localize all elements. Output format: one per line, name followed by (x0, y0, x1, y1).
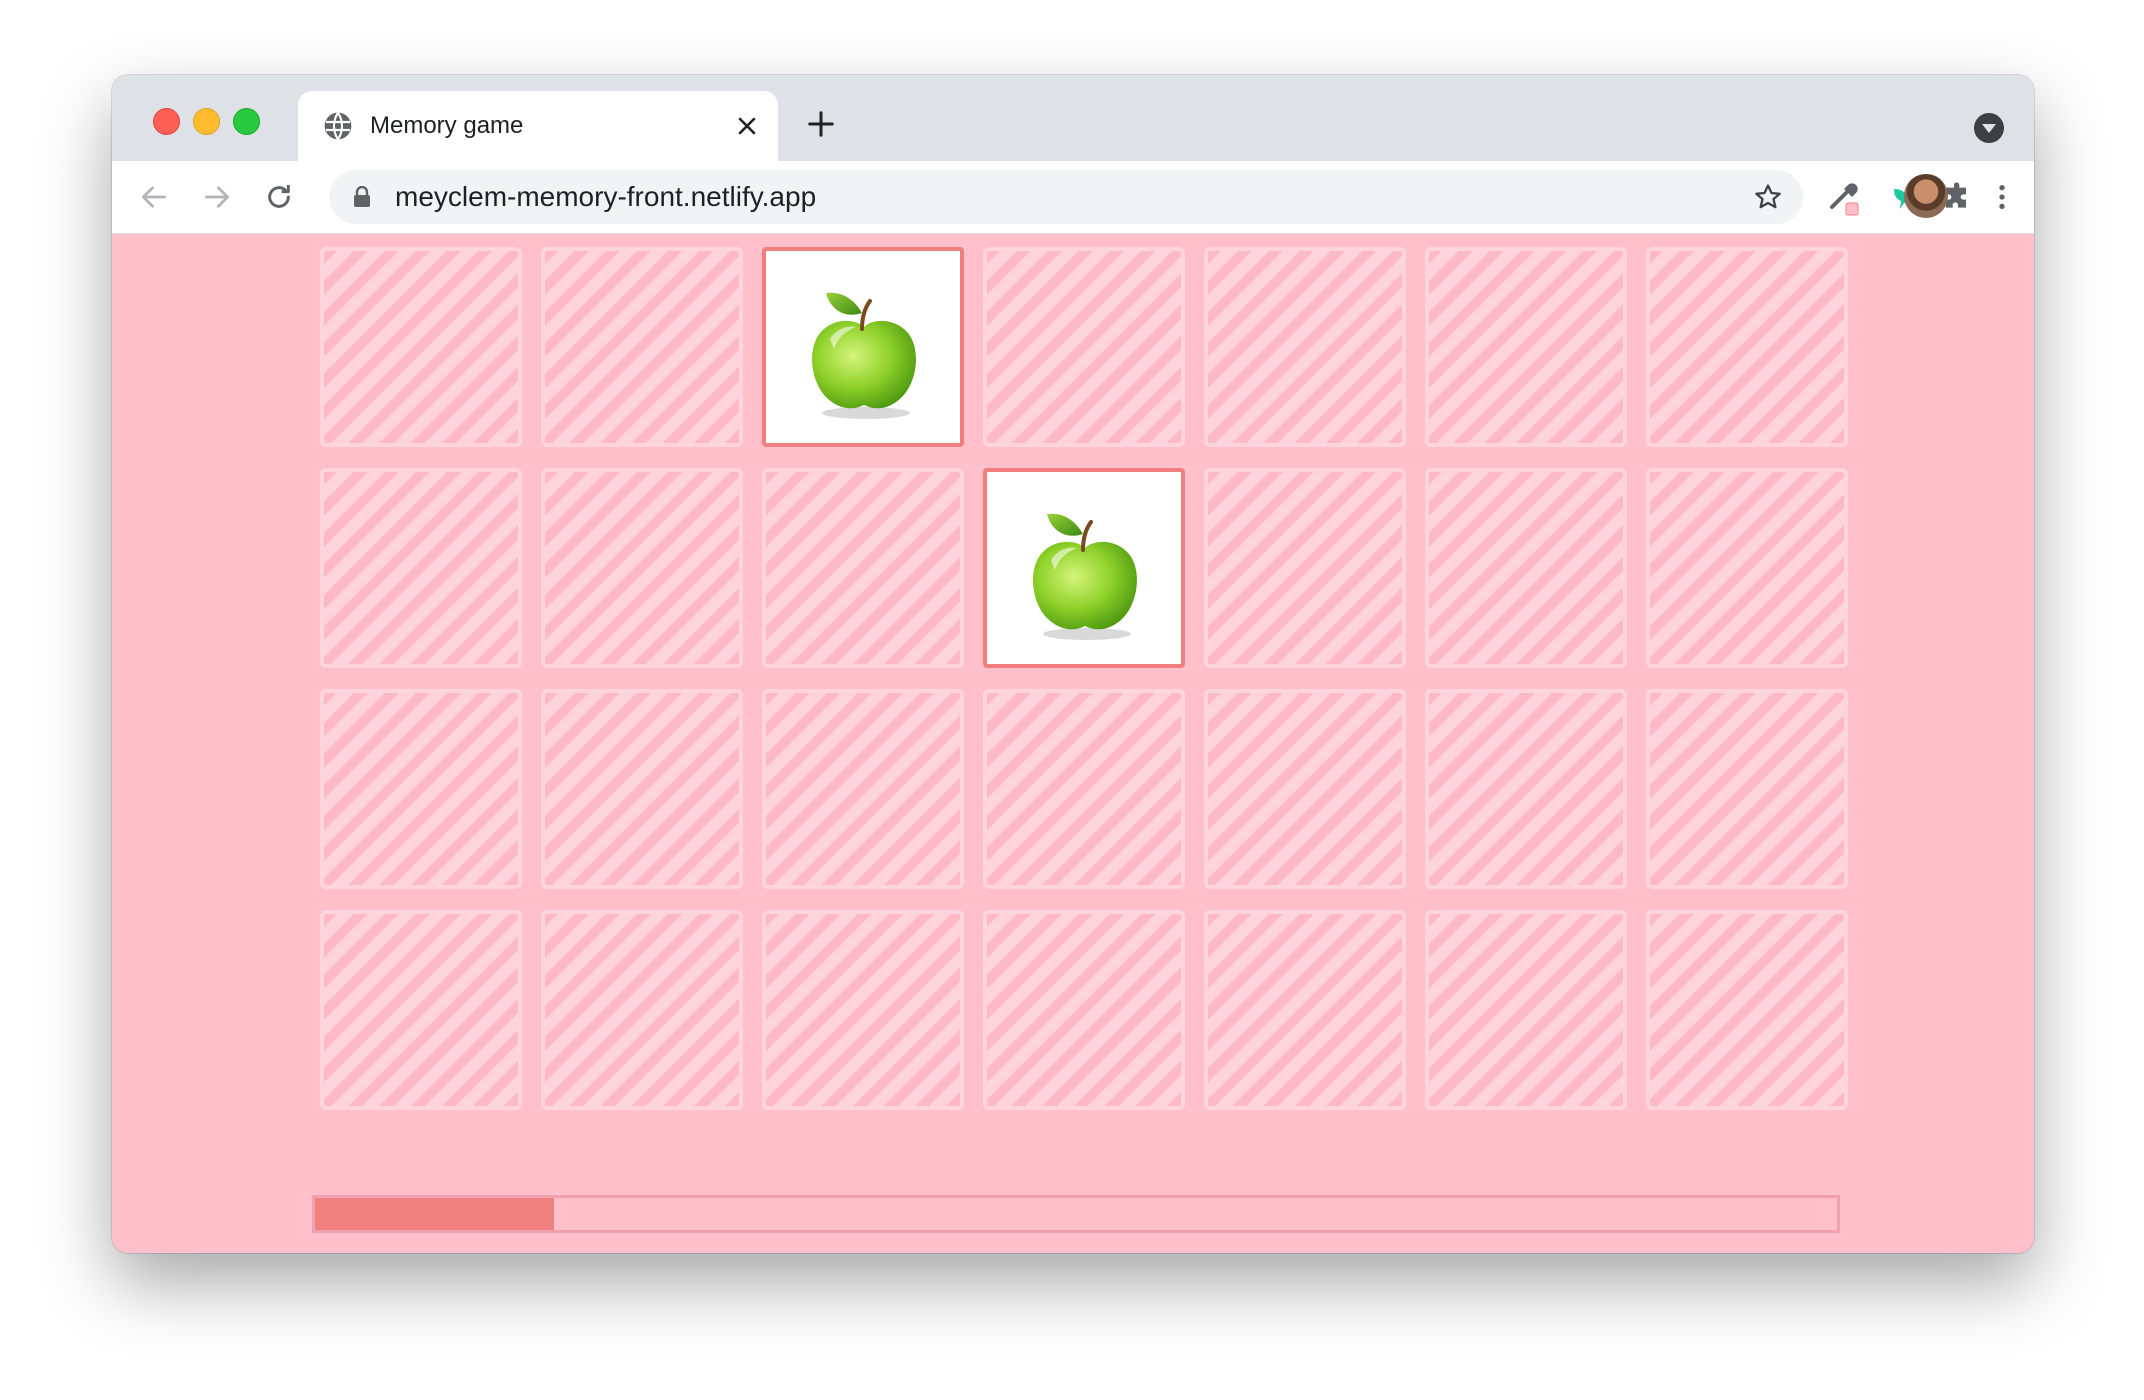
card-hidden[interactable] (983, 689, 1185, 889)
green-apple-icon (812, 292, 916, 419)
card-hidden[interactable] (1204, 468, 1406, 668)
green-apple-icon (1033, 513, 1137, 640)
forward-arrow-icon[interactable] (201, 181, 233, 213)
browser-window: Memory game meyclem-memory-front.netlify… (112, 75, 2034, 1253)
card-hidden[interactable] (1646, 247, 1848, 447)
card-hidden[interactable] (1204, 910, 1406, 1110)
card-hidden[interactable] (1425, 468, 1627, 668)
card-grid (312, 234, 1848, 1114)
tab-title: Memory game (370, 112, 524, 139)
address-bar[interactable]: meyclem-memory-front.netlify.app (329, 170, 1803, 224)
title-bar: Memory game (112, 75, 2034, 161)
card-hidden[interactable] (1425, 689, 1627, 889)
card-hidden[interactable] (1646, 689, 1848, 889)
card-hidden[interactable] (320, 468, 522, 668)
more-vert-icon[interactable] (1986, 181, 2018, 213)
url-text: meyclem-memory-front.netlify.app (395, 181, 817, 212)
card-hidden[interactable] (1425, 910, 1627, 1110)
close-icon[interactable] (735, 114, 759, 138)
chevron-down-icon[interactable] (1974, 113, 2004, 143)
card-hidden[interactable] (762, 468, 964, 668)
card-hidden[interactable] (320, 247, 522, 447)
plus-icon[interactable] (806, 109, 836, 139)
card-hidden[interactable] (1204, 247, 1406, 447)
card-hidden[interactable] (1204, 689, 1406, 889)
avatar[interactable] (1904, 174, 1948, 218)
card-hidden[interactable] (1646, 910, 1848, 1110)
minimize-window-button[interactable] (193, 108, 220, 135)
card-revealed-green-apple[interactable] (983, 468, 1185, 668)
card-hidden[interactable] (983, 247, 1185, 447)
card-hidden[interactable] (762, 910, 964, 1110)
card-hidden[interactable] (541, 910, 743, 1110)
card-hidden[interactable] (320, 689, 522, 889)
game-page (112, 234, 2034, 1253)
browser-toolbar: meyclem-memory-front.netlify.app (112, 161, 2034, 234)
card-hidden[interactable] (541, 247, 743, 447)
card-hidden[interactable] (1425, 247, 1627, 447)
eyedropper-icon[interactable] (1824, 177, 1864, 217)
tab-memory-game[interactable]: Memory game (298, 91, 778, 161)
card-hidden[interactable] (320, 910, 522, 1110)
progress-bar (312, 1195, 1840, 1233)
star-icon[interactable] (1753, 182, 1783, 212)
card-hidden[interactable] (1646, 468, 1848, 668)
zoom-window-button[interactable] (233, 108, 260, 135)
globe-icon (324, 112, 352, 140)
lock-icon[interactable] (353, 186, 371, 208)
close-window-button[interactable] (153, 108, 180, 135)
back-arrow-icon[interactable] (138, 181, 170, 213)
card-hidden[interactable] (541, 468, 743, 668)
progress-bar-fill (315, 1198, 554, 1230)
card-revealed-green-apple[interactable] (762, 247, 964, 447)
card-hidden[interactable] (541, 689, 743, 889)
card-hidden[interactable] (983, 910, 1185, 1110)
card-hidden[interactable] (762, 689, 964, 889)
reload-icon[interactable] (263, 181, 295, 213)
